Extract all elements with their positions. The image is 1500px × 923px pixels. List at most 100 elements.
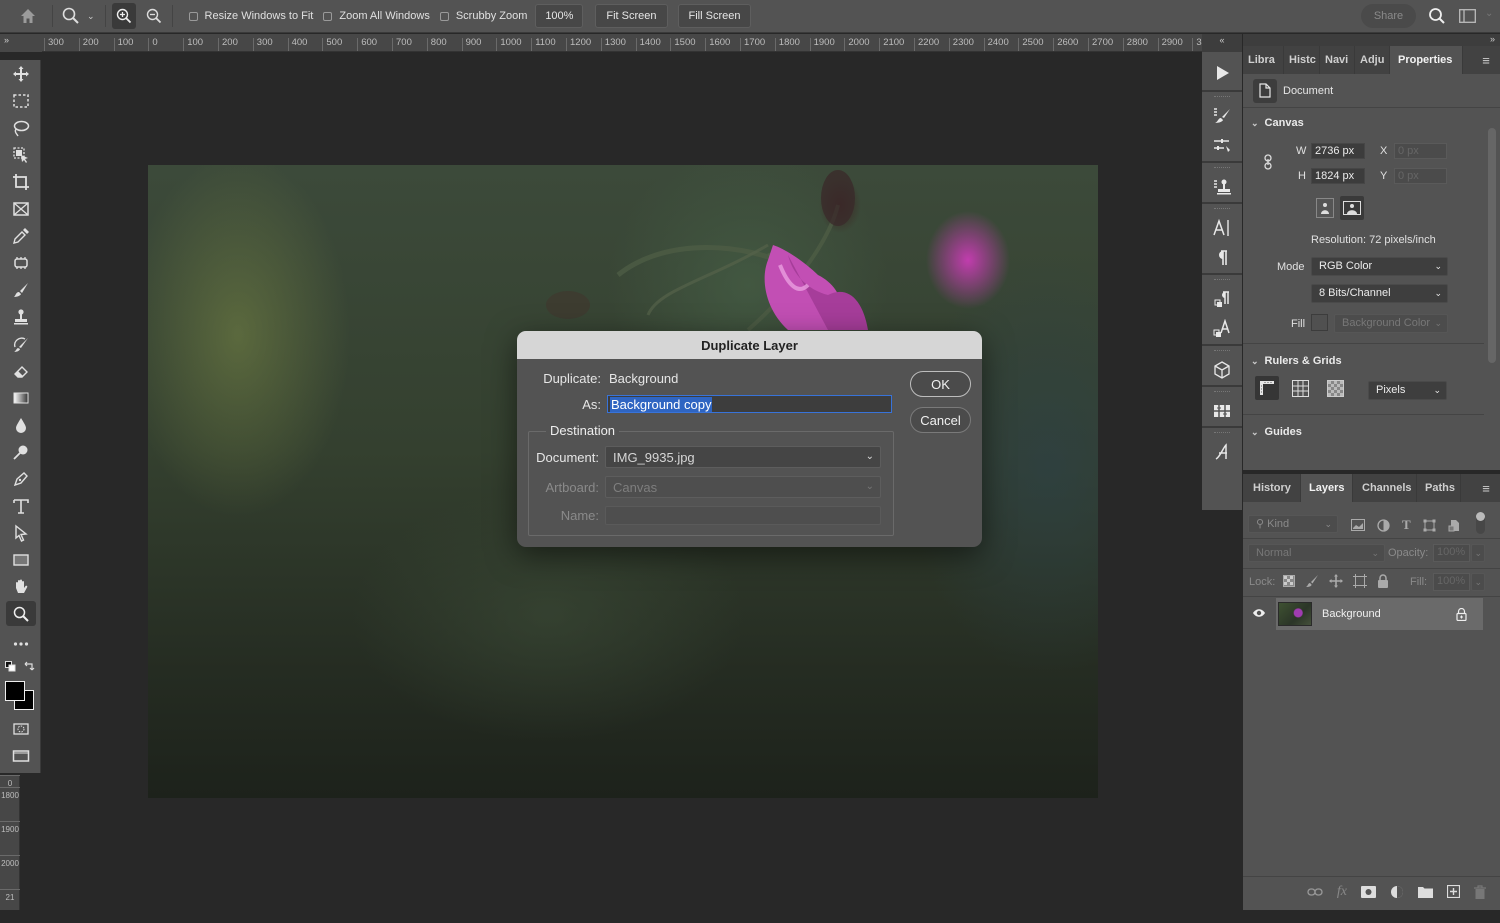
edit-toolbar-button[interactable]: [0, 630, 41, 657]
as-name-input[interactable]: Background copy: [607, 395, 892, 413]
type-tool[interactable]: [0, 492, 41, 519]
fill-dropdown[interactable]: ⌄: [1471, 573, 1485, 591]
chevron-down-icon[interactable]: ⌄: [87, 11, 95, 22]
new-layer-icon[interactable]: [1447, 885, 1460, 898]
shape-filter-icon[interactable]: [1423, 519, 1436, 532]
rulers-grids-section-header[interactable]: ⌄ Rulers & Grids: [1243, 351, 1342, 371]
dodge-tool[interactable]: [0, 438, 41, 465]
character-styles-icon[interactable]: [1202, 314, 1242, 344]
fit-screen-button[interactable]: Fit Screen: [595, 4, 668, 28]
tab-layers[interactable]: Layers: [1301, 474, 1353, 502]
opacity-input[interactable]: 100%: [1433, 544, 1470, 562]
expand-panels-icon[interactable]: »: [1243, 34, 1500, 46]
layer-lock-icon[interactable]: [1456, 607, 1467, 621]
character-icon[interactable]: [1202, 213, 1242, 243]
quick-mask-button[interactable]: [0, 715, 41, 742]
pixel-filter-icon[interactable]: [1351, 519, 1365, 531]
new-group-folder-icon[interactable]: [1418, 886, 1433, 898]
opacity-dropdown[interactable]: ⌄: [1471, 544, 1485, 562]
blend-mode-select[interactable]: Normal ⌄: [1248, 544, 1385, 562]
bit-depth-select[interactable]: 8 Bits/Channel ⌄: [1311, 284, 1448, 303]
link-dimensions-icon[interactable]: [1263, 154, 1273, 170]
home-icon[interactable]: [16, 4, 40, 28]
fill-input[interactable]: 100%: [1433, 573, 1470, 591]
guides-section-header[interactable]: ⌄ Guides: [1243, 422, 1302, 442]
history-brush-tool[interactable]: [0, 330, 41, 357]
zoom-tool-preset-icon[interactable]: [59, 4, 83, 28]
horizontal-ruler[interactable]: 300 200 100 0 100 200 300 400 500 600 700 800 900 100…: [42, 34, 1202, 52]
checkbox-icon[interactable]: [439, 11, 449, 21]
3d-icon[interactable]: [1202, 355, 1242, 385]
lock-all-icon[interactable]: [1377, 574, 1389, 588]
path-selection-tool[interactable]: [0, 519, 41, 546]
share-button[interactable]: Share: [1361, 4, 1416, 28]
collapse-toolbar-icon[interactable]: »: [0, 34, 42, 52]
tab-navigator[interactable]: Navi: [1320, 46, 1355, 74]
eraser-tool[interactable]: [0, 357, 41, 384]
landscape-orientation-button[interactable]: [1340, 196, 1364, 220]
tab-adjustments[interactable]: Adju: [1355, 46, 1390, 74]
lock-artboard-icon[interactable]: [1353, 574, 1367, 588]
width-input[interactable]: 2736 px: [1311, 143, 1365, 159]
resize-windows-checkbox[interactable]: Resize Windows to Fit: [188, 10, 313, 22]
add-mask-icon[interactable]: [1361, 885, 1376, 898]
zoom-out-icon[interactable]: [142, 4, 166, 28]
checkbox-icon[interactable]: [323, 11, 333, 21]
properties-scrollbar[interactable]: [1488, 128, 1496, 363]
tab-properties[interactable]: Properties: [1390, 46, 1463, 74]
zoom-all-windows-checkbox[interactable]: Zoom All Windows: [323, 10, 430, 22]
checkbox-icon[interactable]: [188, 11, 198, 21]
brush-tool[interactable]: [0, 276, 41, 303]
filter-toggle[interactable]: [1476, 512, 1485, 534]
zoom-in-icon[interactable]: [111, 3, 136, 29]
search-icon[interactable]: [1427, 6, 1447, 29]
panel-menu-icon[interactable]: ≡: [1472, 46, 1500, 74]
hand-tool[interactable]: [0, 573, 41, 600]
units-select[interactable]: Pixels ⌄: [1368, 381, 1447, 400]
tab-libraries[interactable]: Libra: [1243, 46, 1284, 74]
transparency-toggle[interactable]: [1327, 380, 1344, 400]
collapse-dock-icon[interactable]: «: [1202, 34, 1242, 52]
lock-position-icon[interactable]: [1329, 574, 1343, 588]
object-selection-tool[interactable]: [0, 141, 41, 168]
pen-tool[interactable]: [0, 465, 41, 492]
swap-colors-icon[interactable]: [23, 660, 35, 672]
frame-tool[interactable]: [0, 195, 41, 222]
lasso-tool[interactable]: [0, 114, 41, 141]
rectangle-tool[interactable]: [0, 546, 41, 573]
eyedropper-tool[interactable]: [0, 222, 41, 249]
zoom-tool[interactable]: [0, 600, 41, 627]
adjustment-filter-icon[interactable]: [1377, 518, 1390, 532]
brushes-icon[interactable]: [1202, 131, 1242, 161]
foreground-color-swatch[interactable]: [5, 681, 25, 701]
fill-color-swatch[interactable]: [1311, 314, 1328, 331]
actions-play-icon[interactable]: [1202, 56, 1242, 90]
link-layers-icon[interactable]: [1307, 887, 1323, 897]
workspace-icon[interactable]: [1459, 9, 1476, 26]
glyphs-icon[interactable]: [1202, 437, 1242, 467]
gradient-tool[interactable]: [0, 384, 41, 411]
default-colors-icon[interactable]: [5, 661, 16, 672]
workspace-chevron-icon[interactable]: ⌄: [1485, 8, 1493, 19]
height-input[interactable]: 1824 px: [1311, 168, 1365, 184]
clone-stamp-tool[interactable]: [0, 303, 41, 330]
panel-menu-icon[interactable]: ≡: [1472, 474, 1500, 502]
cancel-button[interactable]: Cancel: [910, 407, 971, 433]
delete-layer-trash-icon[interactable]: [1474, 884, 1486, 899]
ok-button[interactable]: OK: [910, 371, 971, 397]
portrait-orientation-button[interactable]: [1316, 198, 1334, 218]
canvas-section-header[interactable]: ⌄ Canvas: [1243, 108, 1500, 138]
lock-transparent-pixels-icon[interactable]: [1283, 575, 1295, 587]
blur-tool[interactable]: [0, 411, 41, 438]
layer-row[interactable]: Background: [1276, 598, 1483, 630]
screen-mode-button[interactable]: [0, 742, 41, 769]
spot-healing-tool[interactable]: [0, 249, 41, 276]
grid-toggle[interactable]: [1292, 380, 1309, 400]
crop-tool[interactable]: [0, 168, 41, 195]
type-filter-icon[interactable]: T: [1402, 517, 1411, 533]
layer-filter-select[interactable]: ⚲ Kind ⌄: [1248, 515, 1338, 533]
lock-image-pixels-icon[interactable]: [1305, 574, 1319, 588]
brush-settings-icon[interactable]: [1202, 101, 1242, 131]
tab-paths[interactable]: Paths: [1417, 474, 1461, 502]
tab-channels[interactable]: Channels: [1353, 474, 1417, 502]
